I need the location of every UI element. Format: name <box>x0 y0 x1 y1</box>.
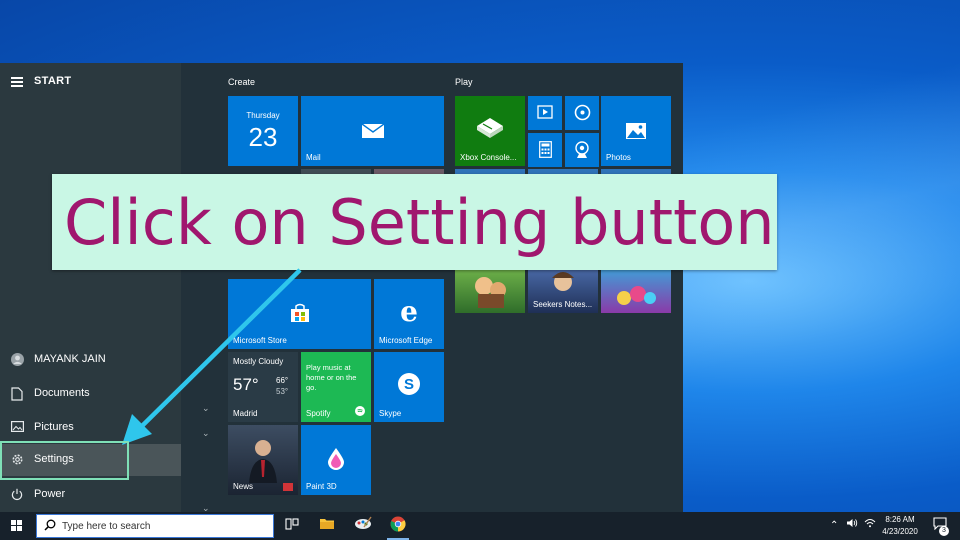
notification-count-badge: 3 <box>939 526 949 536</box>
chevron-up-icon[interactable]: ⌃ <box>830 520 838 531</box>
search-icon <box>44 519 56 534</box>
settings-highlight-box <box>0 441 129 480</box>
start-button[interactable] <box>0 512 34 540</box>
windows-logo-icon <box>11 520 23 532</box>
file-explorer-icon[interactable] <box>316 516 338 536</box>
search-placeholder: Type here to search <box>62 521 151 532</box>
clock-time[interactable]: 8:26 AM <box>876 515 924 524</box>
chrome-icon[interactable] <box>387 516 409 536</box>
paint-app-icon[interactable] <box>352 516 374 536</box>
pointer-arrow <box>122 268 302 445</box>
clock-date[interactable]: 4/23/2020 <box>876 527 924 536</box>
taskbar-search-box[interactable]: Type here to search <box>36 514 274 538</box>
task-view-icon[interactable] <box>281 516 303 536</box>
taskbar: Type here to search ⌃ 8:26 AM 4/23/2020 … <box>0 512 960 540</box>
